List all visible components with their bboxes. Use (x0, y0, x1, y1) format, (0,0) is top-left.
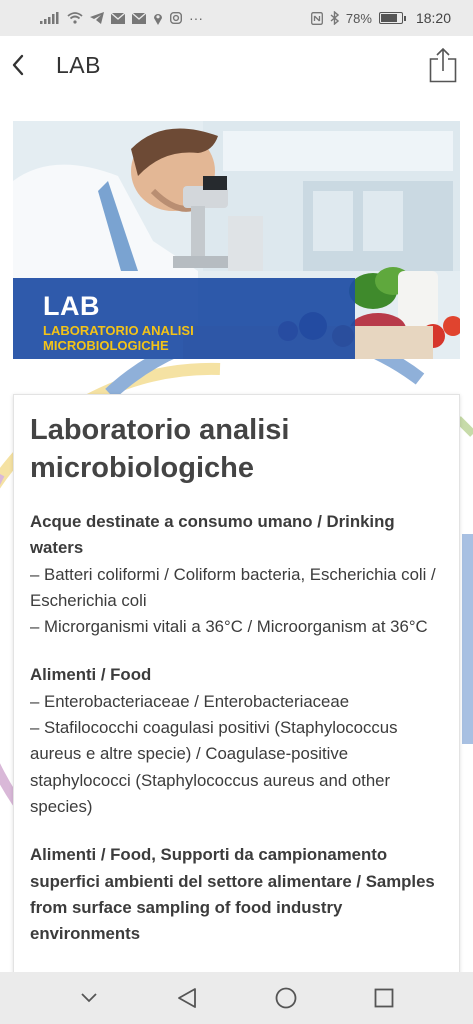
section-drinking-waters: Acque destinate a consumo umano / Drinki… (30, 509, 443, 640)
status-bar: ··· 78% 18:20 (0, 0, 473, 36)
banner-title: LAB (43, 291, 100, 321)
signal-icon (40, 12, 60, 24)
section-item: – Batteri coliformi / Coliform bacteria,… (30, 564, 436, 610)
section-food-surfaces: Alimenti / Food, Supporti da campionamen… (30, 842, 443, 947)
instagram-icon (170, 12, 182, 24)
triangle-back-icon (178, 988, 197, 1008)
app-bar: LAB (0, 36, 473, 94)
section-food: Alimenti / Food – Enterobacteriaceae / E… (30, 662, 443, 820)
banner-subtitle-line2: MICROBIOLOGICHE (43, 338, 169, 353)
page-title: LAB (56, 51, 101, 78)
battery-icon (378, 12, 406, 24)
nfc-icon (310, 11, 323, 25)
banner-subtitle-line1: LABORATORIO ANALISI (43, 323, 194, 338)
page-content[interactable]: LAB LABORATORIO ANALISI MICROBIOLOGICHE … (0, 94, 473, 972)
status-right-icons: 78% 18:20 (310, 10, 451, 26)
nav-hide-button[interactable] (69, 978, 109, 1018)
nav-recents-button[interactable] (364, 978, 404, 1018)
system-navigation-bar (0, 972, 473, 1024)
chevron-down-icon (81, 993, 97, 1003)
status-time: 18:20 (415, 10, 451, 26)
nav-home-button[interactable] (266, 978, 306, 1018)
battery-percent: 78% (345, 10, 372, 26)
card-title: Laboratorio analisi microbiologiche (30, 414, 290, 484)
content-card: Laboratorio analisi microbiologiche Acqu… (13, 394, 460, 972)
chevron-left-icon (12, 54, 24, 76)
section-item: – Stafilococchi coagulasi positivi (Stap… (30, 718, 398, 816)
section-heading: Acque destinate a consumo umano / Drinki… (30, 512, 395, 558)
section-item: – Microrganismi vitali a 36°C / Microorg… (30, 617, 428, 637)
section-heading: Alimenti / Food (30, 665, 152, 685)
mail-icon (111, 12, 125, 24)
telegram-icon (90, 12, 104, 24)
share-button[interactable] (425, 44, 461, 86)
bluetooth-icon (330, 11, 339, 25)
status-left-icons: ··· (40, 10, 203, 26)
location-icon (153, 12, 163, 25)
section-heading: Alimenti / Food, Supporti da campionamen… (30, 845, 435, 944)
circle-home-icon (275, 987, 297, 1009)
banner-caption: LAB LABORATORIO ANALISI MICROBIOLOGICHE (13, 278, 355, 359)
more-icon: ··· (189, 10, 203, 26)
wifi-icon (67, 12, 83, 24)
square-recents-icon (374, 988, 394, 1008)
back-button[interactable] (0, 36, 36, 94)
share-icon (429, 47, 457, 83)
nav-back-button[interactable] (167, 978, 207, 1018)
mail-icon (132, 12, 146, 24)
lab-banner-image: LAB LABORATORIO ANALISI MICROBIOLOGICHE (13, 121, 460, 359)
section-item: – Enterobacteriaceae / Enterobacteriacea… (30, 691, 350, 711)
